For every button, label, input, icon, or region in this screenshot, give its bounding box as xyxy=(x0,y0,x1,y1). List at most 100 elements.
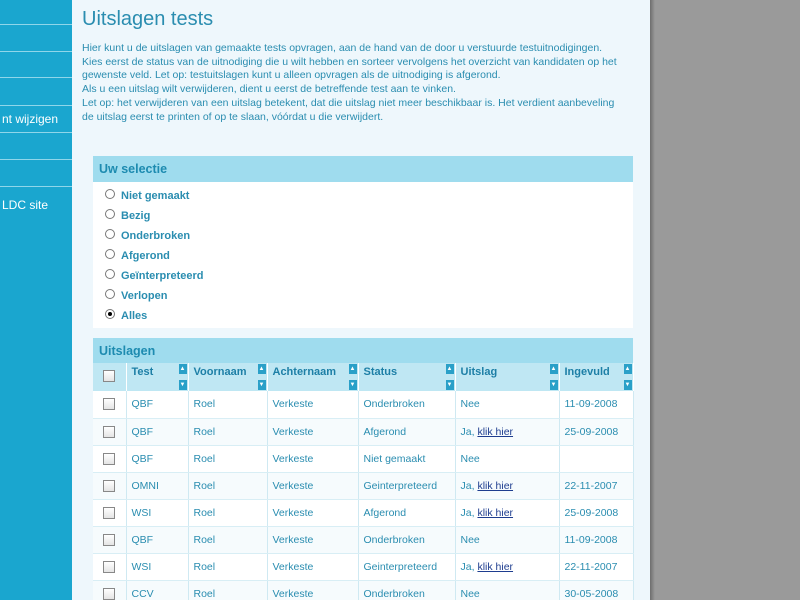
cell-uitslag: Ja, klik hier xyxy=(455,418,560,446)
sidebar-divider xyxy=(0,186,72,187)
radio-label[interactable]: Onderbroken xyxy=(121,230,190,242)
radio-option[interactable]: Geïnterpreteerd xyxy=(105,268,204,284)
uitslag-value: Ja, xyxy=(460,479,475,492)
radio-button[interactable] xyxy=(105,289,115,299)
sort-down-icon[interactable]: ▼ xyxy=(178,380,187,390)
radio-button[interactable] xyxy=(105,249,115,259)
cell-test: CCV xyxy=(126,580,189,600)
cell-status: Niet gemaakt xyxy=(358,445,456,473)
radio-option[interactable]: Niet gemaakt xyxy=(105,188,189,204)
table-row: QBF Roel Verkeste Onderbroken Nee 11-09-2008 xyxy=(93,391,634,419)
uitslag-value: Ja, xyxy=(460,506,475,519)
radio-button[interactable] xyxy=(105,309,115,319)
table-row: WSI Roel Verkeste Afgerond Ja, klik hier 25-0… xyxy=(93,499,634,527)
sort-down-icon[interactable]: ▼ xyxy=(445,380,454,390)
column-header-achternaam[interactable]: Achternaam ▲ ▼ xyxy=(267,363,359,391)
intro-paragraph: Let op: het verwijderen van een uitslag … xyxy=(82,96,615,123)
cell-voornaam: Roel xyxy=(188,472,268,500)
cell-achternaam: Verkeste xyxy=(267,580,359,600)
radio-label[interactable]: Afgerond xyxy=(121,250,170,262)
cell-status: Onderbroken xyxy=(358,526,456,554)
radio-option[interactable]: Alles xyxy=(105,308,147,324)
sidebar-divider xyxy=(0,24,72,25)
cell-uitslag: Ja, klik hier xyxy=(455,553,560,581)
row-checkbox[interactable] xyxy=(103,533,115,546)
radio-option[interactable]: Verlopen xyxy=(105,288,167,304)
uitslag-value: Nee xyxy=(460,533,480,546)
cell-status: Geinterpreteerd xyxy=(358,472,456,500)
radio-button[interactable] xyxy=(105,269,115,279)
uitslag-value: Nee xyxy=(460,452,480,465)
sort-up-icon[interactable]: ▲ xyxy=(348,364,357,374)
uitslag-value: Nee xyxy=(460,587,480,600)
radio-option[interactable]: Afgerond xyxy=(105,248,170,264)
cell-voornaam: Roel xyxy=(188,580,268,600)
radio-button[interactable] xyxy=(105,209,115,219)
radio-label[interactable]: Verlopen xyxy=(121,290,167,302)
sidebar-item-ldc-site[interactable]: LDC site xyxy=(2,198,48,212)
sort-up-icon[interactable]: ▲ xyxy=(178,364,187,374)
row-checkbox[interactable] xyxy=(103,425,115,438)
cell-voornaam: Roel xyxy=(188,445,268,473)
cell-status: Afgerond xyxy=(358,418,456,446)
sidebar-divider xyxy=(0,77,72,78)
row-checkbox[interactable] xyxy=(103,560,115,573)
page-title: Uitslagen tests xyxy=(82,8,214,30)
row-checkbox[interactable] xyxy=(103,506,115,519)
cell-achternaam: Verkeste xyxy=(267,472,359,500)
view-result-link[interactable]: klik hier xyxy=(477,426,513,438)
uitslagen-header: Uitslagen xyxy=(93,338,633,364)
cell-achternaam: Verkeste xyxy=(267,553,359,581)
sort-down-icon[interactable]: ▼ xyxy=(549,380,558,390)
cell-achternaam: Verkeste xyxy=(267,418,359,446)
row-checkbox[interactable] xyxy=(103,587,115,600)
view-result-link[interactable]: klik hier xyxy=(477,480,513,492)
cell-status: Onderbroken xyxy=(358,391,456,419)
cell-ingevuld: 25-09-2008 xyxy=(559,499,634,527)
column-header-voornaam[interactable]: Voornaam ▲ ▼ xyxy=(188,363,268,391)
cell-achternaam: Verkeste xyxy=(267,499,359,527)
row-checkbox[interactable] xyxy=(103,452,115,465)
row-checkbox[interactable] xyxy=(103,479,115,492)
cell-test: OMNI xyxy=(126,472,189,500)
column-header-status[interactable]: Status ▲ ▼ xyxy=(358,363,456,391)
row-checkbox[interactable] xyxy=(103,398,115,411)
sort-down-icon[interactable]: ▼ xyxy=(348,380,357,390)
cell-ingevuld: 11-09-2008 xyxy=(559,391,634,419)
radio-label[interactable]: Geïnterpreteerd xyxy=(121,270,204,282)
sort-up-icon[interactable]: ▲ xyxy=(549,364,558,374)
column-label: Uitslag xyxy=(460,366,498,378)
cell-achternaam: Verkeste xyxy=(267,526,359,554)
cell-uitslag: Ja, klik hier xyxy=(455,499,560,527)
view-result-link[interactable]: klik hier xyxy=(477,561,513,573)
view-result-link[interactable]: klik hier xyxy=(477,507,513,519)
sidebar-item-account-wijzigen[interactable]: nt wijzigen xyxy=(2,112,58,126)
row-select-cell xyxy=(93,526,127,554)
sort-up-icon[interactable]: ▲ xyxy=(445,364,454,374)
column-header-test[interactable]: Test ▲ ▼ xyxy=(126,363,189,391)
radio-label[interactable]: Niet gemaakt xyxy=(121,190,189,202)
radio-option[interactable]: Bezig xyxy=(105,208,150,224)
sidebar: nt wijzigen LDC site xyxy=(0,0,72,600)
sort-down-icon[interactable]: ▼ xyxy=(257,380,266,390)
cell-test: WSI xyxy=(126,499,189,527)
sort-down-icon[interactable]: ▼ xyxy=(623,380,632,390)
cell-voornaam: Roel xyxy=(188,499,268,527)
sort-up-icon[interactable]: ▲ xyxy=(623,364,632,374)
row-select-cell xyxy=(93,472,127,500)
radio-option[interactable]: Onderbroken xyxy=(105,228,190,244)
radio-button[interactable] xyxy=(105,229,115,239)
sort-up-icon[interactable]: ▲ xyxy=(257,364,266,374)
column-label: Ingevuld xyxy=(564,366,610,378)
column-header-ingevuld[interactable]: Ingevuld ▲ ▼ xyxy=(559,363,634,391)
radio-label[interactable]: Alles xyxy=(121,310,147,322)
table-row: QBF Roel Verkeste Onderbroken Nee 11-09-2008 xyxy=(93,526,634,554)
main-content: Uitslagen tests Hier kunt u de uitslagen… xyxy=(72,0,650,600)
table-row: QBF Roel Verkeste Niet gemaakt Nee xyxy=(93,445,634,473)
column-header-uitslag[interactable]: Uitslag ▲ ▼ xyxy=(455,363,560,391)
radio-button[interactable] xyxy=(105,189,115,199)
row-select-cell xyxy=(93,553,127,581)
cell-status: Onderbroken xyxy=(358,580,456,600)
radio-label[interactable]: Bezig xyxy=(121,210,150,222)
select-all-checkbox[interactable] xyxy=(103,370,115,383)
